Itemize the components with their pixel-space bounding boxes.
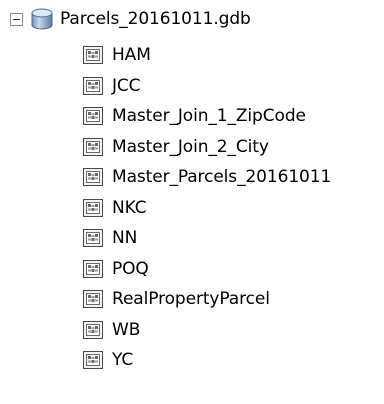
tree-item[interactable]: NN	[82, 223, 331, 254]
tree-item[interactable]: Master_Join_1_ZipCode	[82, 101, 331, 132]
tree-item[interactable]: POQ	[82, 254, 331, 285]
feature-class-icon	[82, 137, 104, 157]
feature-class-icon	[82, 45, 104, 65]
feature-class-icon	[82, 167, 104, 187]
collapse-minus-icon[interactable]	[10, 12, 23, 26]
feature-class-icon	[82, 106, 104, 126]
tree-item-label: WB	[112, 319, 141, 340]
tree-item[interactable]: WB	[82, 315, 331, 346]
tree-item[interactable]: Master_Join_2_City	[82, 132, 331, 163]
tree-item[interactable]: YC	[82, 345, 331, 376]
tree-item-label: HAM	[112, 45, 151, 66]
tree-item-label: YC	[112, 350, 134, 371]
tree-item-label: NN	[112, 228, 138, 249]
tree-item[interactable]: NKC	[82, 193, 331, 224]
tree-root-node[interactable]: Parcels_20161011.gdb	[10, 5, 251, 33]
feature-class-icon	[82, 320, 104, 340]
tree-item[interactable]: RealPropertyParcel	[82, 284, 331, 315]
tree-item[interactable]: HAM	[82, 40, 331, 71]
tree-item-label: Master_Join_2_City	[112, 136, 269, 157]
tree-root-label: Parcels_20161011.gdb	[60, 9, 251, 29]
feature-class-icon	[82, 228, 104, 248]
tree-item-label: Master_Join_1_ZipCode	[112, 106, 306, 127]
tree-item-label: POQ	[112, 258, 149, 279]
geodatabase-icon	[29, 8, 55, 30]
tree-item[interactable]: Master_Parcels_20161011	[82, 162, 331, 193]
tree-item[interactable]: JCC	[82, 71, 331, 102]
tree-item-label: JCC	[112, 75, 141, 96]
feature-class-icon	[82, 350, 104, 370]
feature-class-icon	[82, 198, 104, 218]
feature-class-icon	[82, 259, 104, 279]
feature-class-icon	[82, 289, 104, 309]
tree-item-label: RealPropertyParcel	[112, 289, 270, 310]
catalog-tree: Parcels_20161011.gdb HAM JCC Master_Join…	[0, 0, 384, 404]
feature-class-icon	[82, 76, 104, 96]
tree-item-label: Master_Parcels_20161011	[112, 167, 332, 188]
feature-class-list: HAM JCC Master_Join_1_ZipCode Master_Joi…	[82, 40, 331, 376]
tree-item-label: NKC	[112, 197, 147, 218]
